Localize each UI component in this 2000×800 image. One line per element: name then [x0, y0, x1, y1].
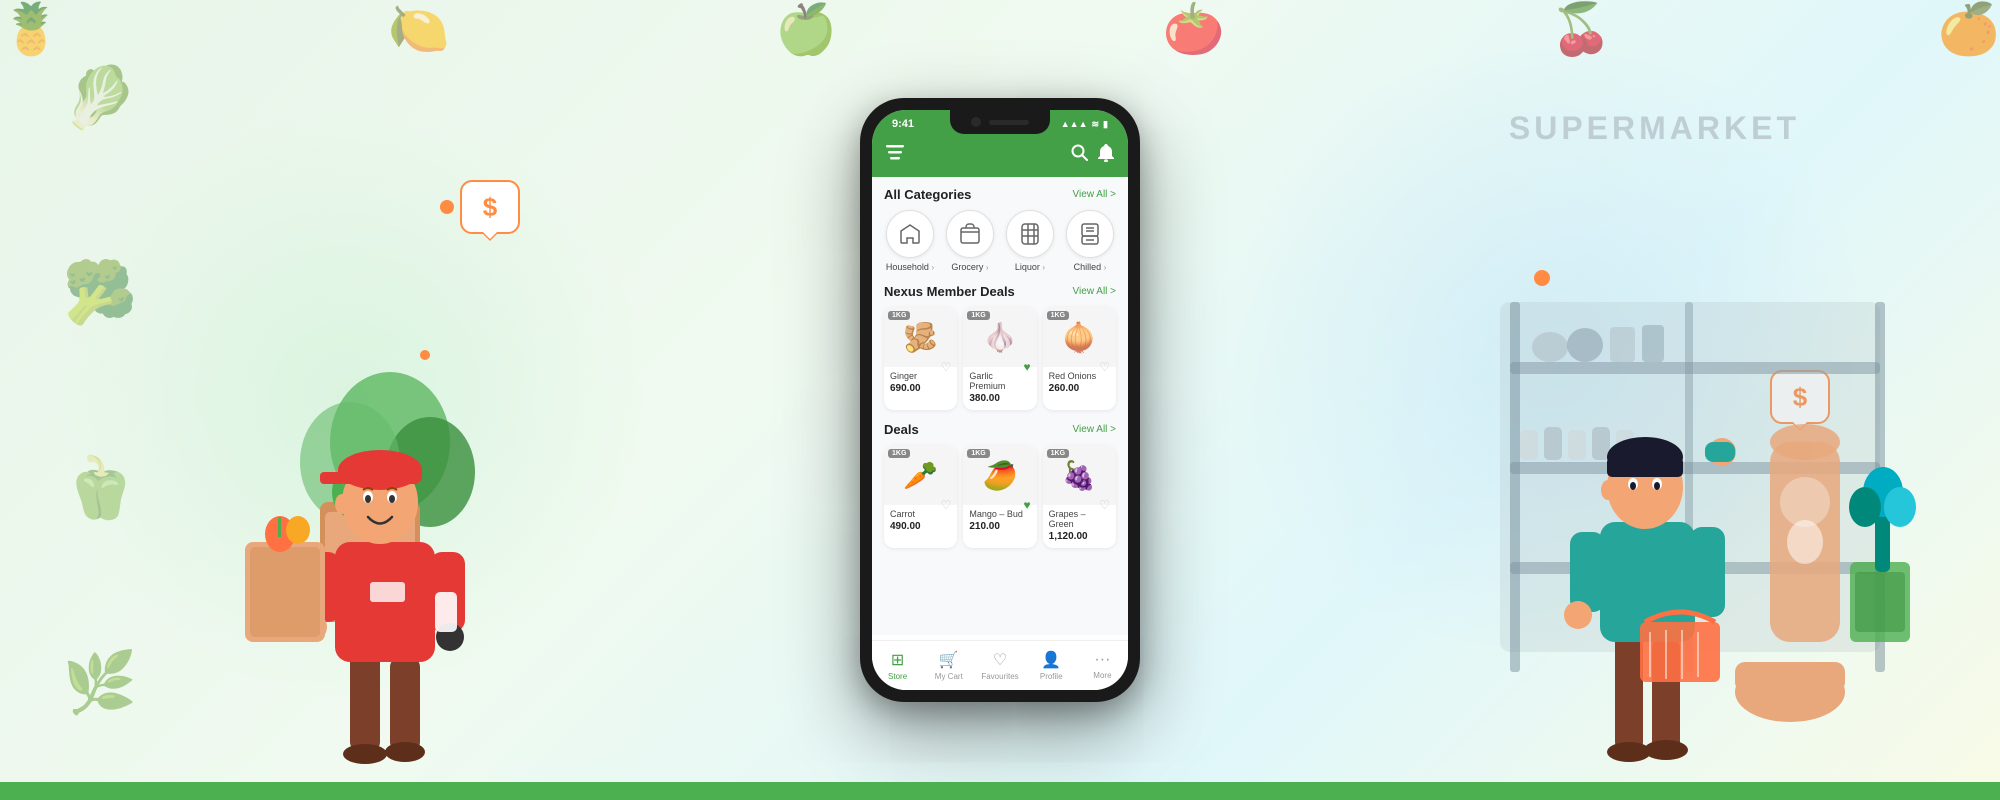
phone-notch: [950, 110, 1050, 134]
nav-profile[interactable]: 👤 Profile: [1026, 650, 1077, 681]
deals-section-header: Deals View All >: [884, 422, 1116, 437]
veggie-pepper: 🫑: [63, 452, 138, 523]
fruit-pineapple: 🍍: [0, 0, 62, 120]
onions-heart[interactable]: ♡: [1099, 360, 1110, 374]
profile-nav-icon: 👤: [1041, 650, 1061, 670]
signal-icon: ▲▲▲: [1061, 119, 1088, 129]
fruit-lime: 🍏: [775, 0, 837, 120]
filter-icon[interactable]: [886, 145, 904, 166]
supermarket-illustration: [1420, 162, 1920, 782]
liquor-icon: [1006, 210, 1054, 258]
garlic-name: Garlic Premium: [969, 371, 1030, 391]
veggie-herb: 🌿: [63, 647, 138, 718]
nav-favourites[interactable]: ♡ Favourites: [974, 650, 1025, 681]
phone-mockup: 9:41 ▲▲▲ ≋ ▮: [860, 98, 1140, 702]
battery-icon: ▮: [1103, 119, 1108, 130]
nexus-deals-view-all[interactable]: View All >: [1073, 286, 1116, 297]
categories-row: Household › Grocery ›: [884, 210, 1116, 272]
grapes-name: Grapes – Green: [1049, 509, 1110, 529]
bottom-green-bar: [0, 782, 2000, 800]
phone-outer: 9:41 ▲▲▲ ≋ ▮: [860, 98, 1140, 702]
categories-section-header: All Categories View All >: [884, 187, 1116, 202]
carrot-heart[interactable]: ♡: [941, 498, 952, 512]
more-nav-label: More: [1093, 671, 1111, 680]
ginger-badge: 1KG: [888, 311, 910, 320]
ginger-heart[interactable]: ♡: [941, 360, 952, 374]
nav-more[interactable]: ··· More: [1077, 651, 1128, 680]
mango-heart[interactable]: ♥: [1024, 498, 1031, 512]
nexus-deals-title: Nexus Member Deals: [884, 284, 1015, 299]
garlic-heart[interactable]: ♥: [1024, 360, 1031, 374]
notification-icon[interactable]: [1098, 144, 1114, 167]
profile-nav-label: Profile: [1040, 672, 1063, 681]
grapes-heart[interactable]: ♡: [1099, 498, 1110, 512]
mango-price: 210.00: [969, 521, 1030, 532]
phone-camera: [971, 117, 981, 127]
categories-view-all[interactable]: View All >: [1073, 189, 1116, 200]
app-content: All Categories View All > Household ›: [872, 177, 1128, 635]
header-icons-right: [1071, 144, 1114, 167]
category-household[interactable]: Household ›: [884, 210, 936, 272]
household-label: Household ›: [886, 262, 934, 272]
deals-row: 1KG 🥕 ♡ Carrot 490.00 1KG 🥭 ♥ Mango: [884, 445, 1116, 548]
phone-screen: 9:41 ▲▲▲ ≋ ▮: [872, 110, 1128, 690]
categories-title: All Categories: [884, 187, 971, 202]
category-liquor[interactable]: Liquor ›: [1004, 210, 1056, 272]
onions-price: 260.00: [1049, 383, 1110, 394]
bottom-nav: ⊞ Store 🛒 My Cart ♡ Favourites 👤 Profile…: [872, 640, 1128, 690]
delivery-person-illustration: [150, 162, 530, 782]
veggie-cabbage: 🥬: [63, 62, 138, 133]
product-carrot[interactable]: 1KG 🥕 ♡ Carrot 490.00: [884, 445, 957, 548]
deals-view-all[interactable]: View All >: [1073, 424, 1116, 435]
grapes-price: 1,120.00: [1049, 531, 1110, 542]
carrot-badge: 1KG: [888, 449, 910, 458]
nexus-deals-row: 1KG 🫚 ♡ Ginger 690.00 1KG 🧄 ♥ Garli: [884, 307, 1116, 410]
chilled-label: Chilled ›: [1074, 262, 1107, 272]
deals-title: Deals: [884, 422, 919, 437]
garlic-badge: 1KG: [967, 311, 989, 320]
product-grapes[interactable]: 1KG 🍇 ♡ Grapes – Green 1,120.00: [1043, 445, 1116, 548]
search-icon[interactable]: [1071, 144, 1088, 167]
nav-cart[interactable]: 🛒 My Cart: [923, 650, 974, 681]
household-icon: [886, 210, 934, 258]
app-header: [872, 138, 1128, 177]
heart-nav-icon: ♡: [993, 650, 1007, 670]
grapes-badge: 1KG: [1047, 449, 1069, 458]
wifi-icon: ≋: [1092, 119, 1100, 130]
fruit-lemon: 🍋: [388, 0, 450, 120]
supermarket-sign: SUPERMARKET: [1509, 110, 1800, 147]
category-chilled[interactable]: Chilled ›: [1064, 210, 1116, 272]
ginger-price: 690.00: [890, 383, 951, 394]
more-nav-icon: ···: [1094, 651, 1110, 669]
product-ginger[interactable]: 1KG 🫚 ♡ Ginger 690.00: [884, 307, 957, 410]
phone-speaker: [989, 120, 1029, 125]
liquor-label: Liquor ›: [1015, 262, 1045, 272]
cart-nav-label: My Cart: [935, 672, 963, 681]
cart-nav-icon: 🛒: [939, 650, 959, 670]
store-nav-label: Store: [888, 672, 907, 681]
grocery-icon: [946, 210, 994, 258]
mango-badge: 1KG: [967, 449, 989, 458]
veggie-broccoli: 🥦: [63, 257, 138, 328]
status-time: 9:41: [892, 118, 914, 130]
onions-badge: 1KG: [1047, 311, 1069, 320]
garlic-price: 380.00: [969, 393, 1030, 404]
mango-name: Mango – Bud: [969, 509, 1030, 519]
carrot-price: 490.00: [890, 521, 951, 532]
chilled-icon: [1066, 210, 1114, 258]
category-grocery[interactable]: Grocery ›: [944, 210, 996, 272]
status-icons: ▲▲▲ ≋ ▮: [1061, 119, 1108, 130]
fruit-tomato: 🍅: [1163, 0, 1225, 120]
store-nav-icon: ⊞: [891, 650, 904, 670]
fruit-cherry: 🍒: [1550, 0, 1612, 120]
product-garlic[interactable]: 1KG 🧄 ♥ Garlic Premium 380.00: [963, 307, 1036, 410]
grocery-label: Grocery ›: [951, 262, 988, 272]
product-mango[interactable]: 1KG 🥭 ♥ Mango – Bud 210.00: [963, 445, 1036, 548]
nav-store[interactable]: ⊞ Store: [872, 650, 923, 681]
nexus-deals-header: Nexus Member Deals View All >: [884, 284, 1116, 299]
favourites-nav-label: Favourites: [981, 672, 1018, 681]
product-red-onions[interactable]: 1KG 🧅 ♡ Red Onions 260.00: [1043, 307, 1116, 410]
fruit-orange: 🍊: [1938, 0, 2000, 120]
